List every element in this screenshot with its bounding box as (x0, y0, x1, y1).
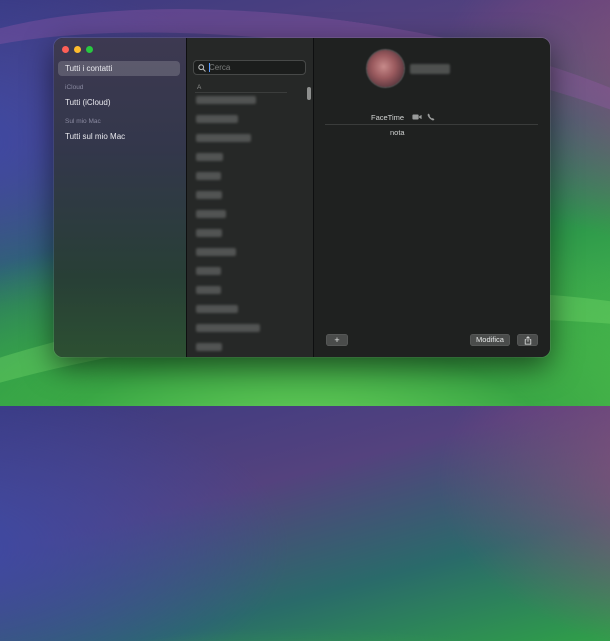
sidebar-header-icloud: iCloud (65, 84, 84, 91)
contact-row-redacted[interactable] (196, 96, 256, 104)
scrollbar-track[interactable] (304, 84, 311, 354)
sidebar-item-mac-all[interactable]: Tutti sul mio Mac (58, 129, 180, 144)
share-button[interactable] (517, 334, 538, 346)
contact-row-redacted[interactable] (196, 343, 222, 351)
maximize-button[interactable] (86, 46, 93, 53)
window-controls (62, 46, 93, 53)
contacts-window: Tutti i contatti iCloud Tutti (iCloud) S… (54, 38, 550, 357)
section-divider (195, 92, 287, 93)
sidebar-item-icloud-all[interactable]: Tutti (iCloud) (58, 95, 180, 110)
contact-row-redacted[interactable] (196, 248, 236, 256)
search-icon (198, 63, 206, 72)
text-caret (209, 63, 210, 72)
contact-row-redacted[interactable] (196, 191, 222, 199)
share-icon (524, 335, 531, 344)
contact-name-redacted (410, 64, 450, 74)
contact-row-redacted[interactable] (196, 324, 260, 332)
note-label: nota (390, 128, 405, 137)
contact-row-redacted[interactable] (196, 286, 221, 294)
minimize-button[interactable] (74, 46, 81, 53)
search-field[interactable] (193, 60, 306, 75)
contact-row-redacted[interactable] (196, 115, 238, 123)
sidebar-item-all-contacts[interactable]: Tutti i contatti (58, 61, 180, 76)
phone-icon[interactable] (427, 113, 435, 121)
edit-button[interactable]: Modifica (470, 334, 510, 346)
contact-list-pane: A (187, 38, 314, 357)
contact-row-redacted[interactable] (196, 305, 238, 313)
section-header-a: A (197, 84, 202, 91)
contact-row-redacted[interactable] (196, 229, 222, 237)
contact-row-redacted[interactable] (196, 172, 221, 180)
close-button[interactable] (62, 46, 69, 53)
contact-row-redacted[interactable] (196, 267, 221, 275)
sidebar: Tutti i contatti iCloud Tutti (iCloud) S… (54, 38, 187, 357)
video-icon[interactable] (412, 113, 422, 121)
contact-row-redacted[interactable] (196, 153, 223, 161)
search-input[interactable] (209, 61, 301, 74)
facetime-label: FaceTime (371, 113, 405, 122)
contact-row-redacted[interactable] (196, 210, 226, 218)
detail-divider (325, 124, 538, 125)
sidebar-header-mac: Sul mio Mac (65, 118, 101, 125)
scrollbar-thumb[interactable] (307, 87, 311, 100)
add-contact-button[interactable]: + (326, 334, 348, 346)
contact-row-redacted[interactable] (196, 134, 251, 142)
contact-detail-pane: FaceTime nota + Modifica (314, 38, 550, 357)
contact-avatar (367, 50, 404, 87)
